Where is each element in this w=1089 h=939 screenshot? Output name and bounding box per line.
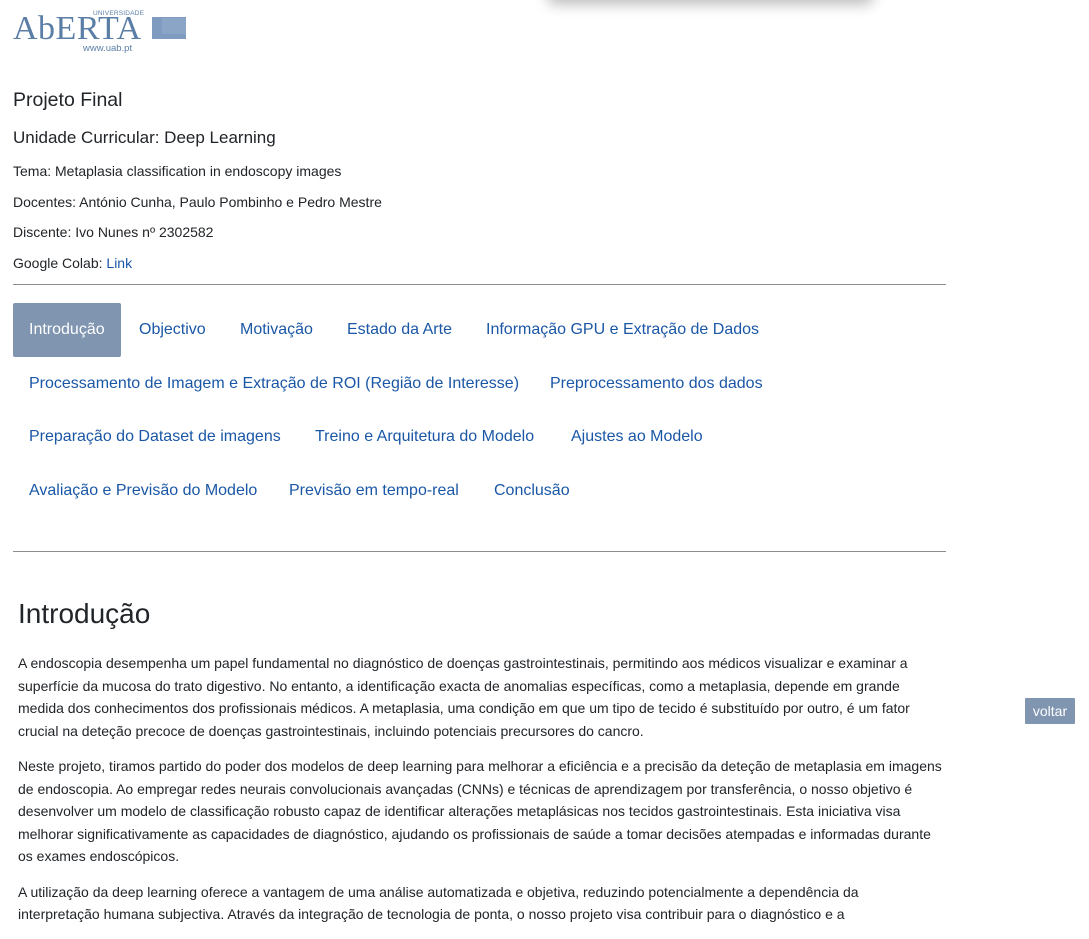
tab-objectivo[interactable]: Objectivo [123, 303, 222, 357]
docentes-line: Docentes: António Cunha, Paulo Pombinho … [13, 194, 382, 210]
tab-introducao[interactable]: Introdução [13, 303, 121, 357]
tab-preprocessamento[interactable]: Preprocessamento dos dados [534, 357, 779, 411]
page-title: Projeto Final [13, 89, 123, 111]
paragraph: A endoscopia desempenha um papel fundame… [18, 655, 910, 739]
tab-ajustes-modelo[interactable]: Ajustes ao Modelo [555, 410, 719, 464]
divider [13, 284, 946, 285]
tab-preparacao-dataset[interactable]: Preparação do Dataset de imagens [13, 410, 297, 464]
course-title: Unidade Curricular: Deep Learning [13, 128, 276, 147]
discente-line: Discente: Ivo Nunes nº 2302582 [13, 224, 214, 240]
tab-informacao-gpu[interactable]: Informação GPU e Extração de Dados [470, 303, 775, 357]
tab-treino-arquitetura[interactable]: Treino e Arquitetura do Modelo [299, 410, 550, 464]
tab-motivacao[interactable]: Motivação [224, 303, 329, 357]
section-content: Introdução A endoscopia desempenha um pa… [18, 598, 943, 939]
paragraph: Neste projeto, tiramos partido do poder … [18, 758, 942, 864]
colab-link[interactable]: Link [106, 255, 132, 271]
logo-url: www.uab.pt [83, 43, 133, 54]
paragraph: A utilização da deep learning oferece a … [18, 883, 859, 923]
section-heading: Introdução [18, 598, 151, 629]
uab-logo[interactable]: UNIVERSIDADE AbERTA www.uab.pt [13, 8, 189, 56]
logo-brand: AbERTA [13, 10, 142, 47]
voltar-button[interactable]: voltar [1025, 698, 1075, 724]
colab-label: Google Colab: [13, 255, 103, 271]
tab-avaliacao-previsao[interactable]: Avaliação e Previsão do Modelo [13, 464, 273, 518]
tab-estado-da-arte[interactable]: Estado da Arte [331, 303, 468, 357]
tab-conclusao[interactable]: Conclusão [478, 464, 586, 518]
colab-line: Google Colab: Link [13, 255, 132, 271]
divider [13, 551, 946, 552]
logo-square-icon [162, 18, 186, 34]
tab-processamento-imagem[interactable]: Processamento de Imagem e Extração de RO… [13, 357, 535, 411]
tema-line: Tema: Metaplasia classification in endos… [13, 163, 342, 179]
tab-previsao-tempo-real[interactable]: Previsão em tempo-real [273, 464, 475, 518]
